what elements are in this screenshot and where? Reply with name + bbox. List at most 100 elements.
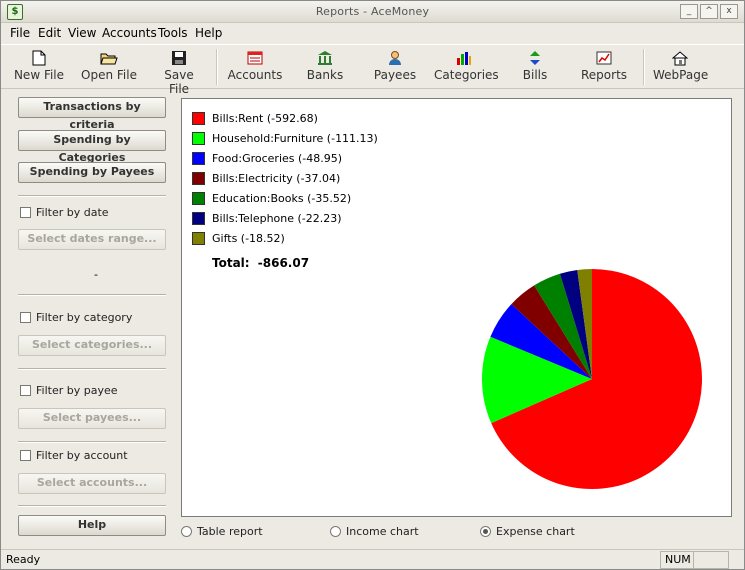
toolbar-webpage[interactable]: WebPage bbox=[653, 45, 709, 87]
legend-item: Bills:Electricity (-37.04) bbox=[192, 168, 378, 188]
table-report-radio[interactable]: Table report bbox=[181, 525, 263, 538]
toolbar-label: Bills bbox=[522, 68, 548, 82]
toolbar-bills[interactable]: Bills bbox=[516, 45, 554, 87]
spending-by-payees-button[interactable]: Spending by Payees bbox=[18, 162, 166, 183]
radio-dot[interactable] bbox=[480, 526, 491, 537]
income-chart-radio[interactable]: Income chart bbox=[330, 525, 419, 538]
toolbar-accounts[interactable]: Accounts bbox=[227, 45, 283, 87]
radio-label: Income chart bbox=[346, 525, 419, 538]
legend-swatch bbox=[192, 151, 205, 165]
legend-label: Bills:Telephone (-22.23) bbox=[212, 211, 342, 225]
num-lock-indicator: NUM bbox=[660, 551, 694, 569]
status-text: Ready bbox=[6, 553, 41, 566]
toolbar-label: New File bbox=[13, 68, 65, 82]
minimize-button[interactable]: _ bbox=[680, 4, 698, 19]
bank-icon bbox=[318, 51, 332, 65]
close-button[interactable]: x bbox=[720, 4, 738, 19]
toolbar-banks[interactable]: Banks bbox=[302, 45, 348, 87]
radio-dot[interactable] bbox=[181, 526, 192, 537]
select-categories-button[interactable]: Select categories... bbox=[18, 335, 166, 356]
radio-dot[interactable] bbox=[330, 526, 341, 537]
checkbox-box[interactable] bbox=[20, 312, 31, 323]
bar-chart-icon bbox=[457, 52, 471, 65]
toolbar-label: Open File bbox=[81, 68, 137, 82]
checkbox-box[interactable] bbox=[20, 207, 31, 218]
menu-accounts[interactable]: Accounts bbox=[102, 26, 157, 40]
toolbar-label: Reports bbox=[581, 68, 628, 82]
report-type-selector: Table report Income chart Expense chart bbox=[181, 525, 741, 541]
toolbar-save-file[interactable]: Save File bbox=[153, 45, 205, 96]
divider bbox=[18, 368, 166, 370]
status-bar: Ready NUM bbox=[1, 549, 744, 570]
transactions-by-criteria-button[interactable]: Transactions by criteria bbox=[18, 97, 166, 131]
legend-item: Household:Furniture (-111.13) bbox=[192, 128, 378, 148]
legend-swatch bbox=[192, 171, 205, 185]
toolbar-separator bbox=[643, 49, 645, 85]
legend-swatch bbox=[192, 111, 205, 125]
divider bbox=[18, 441, 166, 443]
spending-by-categories-button[interactable]: Spending by Categories bbox=[18, 130, 166, 164]
legend-item: Gifts (-18.52) bbox=[192, 228, 378, 248]
legend-label: Education:Books (-35.52) bbox=[212, 191, 352, 205]
toolbar-label: Banks bbox=[306, 68, 344, 82]
checkbox-box[interactable] bbox=[20, 450, 31, 461]
dates-value: - bbox=[94, 268, 98, 281]
radio-label: Table report bbox=[197, 525, 263, 538]
chart-total: Total: -866.07 bbox=[212, 256, 309, 270]
toolbar-categories[interactable]: Categories bbox=[434, 45, 499, 87]
select-accounts-button[interactable]: Select accounts... bbox=[18, 473, 166, 494]
legend-item: Bills:Rent (-592.68) bbox=[192, 108, 378, 128]
divider bbox=[18, 195, 166, 197]
select-payees-button[interactable]: Select payees... bbox=[18, 408, 166, 429]
menu-edit[interactable]: Edit bbox=[38, 26, 61, 40]
legend-swatch bbox=[192, 191, 205, 205]
filter-date-checkbox[interactable]: Filter by date bbox=[20, 206, 109, 219]
toolbar-separator bbox=[216, 49, 218, 85]
reports-icon bbox=[596, 51, 612, 65]
window-title: Reports - AceMoney bbox=[315, 5, 430, 18]
open-folder-icon bbox=[100, 53, 118, 65]
total-value: -866.07 bbox=[257, 256, 310, 270]
chart-legend: Bills:Rent (-592.68) Household:Furniture … bbox=[192, 108, 378, 248]
maximize-button[interactable]: ^ bbox=[700, 4, 718, 19]
divider bbox=[18, 505, 166, 507]
legend-label: Gifts (-18.52) bbox=[212, 231, 285, 245]
menu-help[interactable]: Help bbox=[195, 26, 222, 40]
toolbar-label: WebPage bbox=[653, 68, 709, 82]
bills-icon bbox=[530, 51, 540, 65]
pie-chart bbox=[482, 269, 702, 489]
menu-tools[interactable]: Tools bbox=[158, 26, 188, 40]
help-button[interactable]: Help bbox=[18, 515, 166, 536]
filter-category-checkbox[interactable]: Filter by category bbox=[20, 311, 132, 324]
accounts-icon bbox=[247, 51, 263, 65]
radio-label: Expense chart bbox=[496, 525, 575, 538]
floppy-disk-icon bbox=[172, 51, 186, 65]
toolbar-payees[interactable]: Payees bbox=[370, 45, 420, 87]
legend-label: Bills:Rent (-592.68) bbox=[212, 111, 318, 125]
expense-chart-radio[interactable]: Expense chart bbox=[480, 525, 575, 538]
filter-payee-checkbox[interactable]: Filter by payee bbox=[20, 384, 118, 397]
checkbox-box[interactable] bbox=[20, 385, 31, 396]
checkbox-label: Filter by payee bbox=[36, 384, 118, 397]
toolbar-reports[interactable]: Reports bbox=[581, 45, 627, 87]
menu-bar: File Edit View Accounts Tools Help bbox=[1, 23, 744, 43]
home-icon bbox=[672, 51, 688, 66]
legend-swatch bbox=[192, 231, 205, 245]
legend-label: Household:Furniture (-111.13) bbox=[212, 131, 378, 145]
legend-item: Education:Books (-35.52) bbox=[192, 188, 378, 208]
filter-account-checkbox[interactable]: Filter by account bbox=[20, 449, 128, 462]
new-file-icon bbox=[32, 50, 46, 66]
select-dates-button[interactable]: Select dates range... bbox=[18, 229, 166, 250]
menu-file[interactable]: File bbox=[10, 26, 30, 40]
toolbar-new-file[interactable]: New File bbox=[13, 45, 65, 87]
legend-item: Bills:Telephone (-22.23) bbox=[192, 208, 378, 228]
toolbar-open-file[interactable]: Open File bbox=[81, 45, 137, 87]
menu-view[interactable]: View bbox=[68, 26, 96, 40]
checkbox-label: Filter by date bbox=[36, 206, 109, 219]
legend-label: Bills:Electricity (-37.04) bbox=[212, 171, 341, 185]
legend-item: Food:Groceries (-48.95) bbox=[192, 148, 378, 168]
title-bar: $ Reports - AceMoney _ ^ x bbox=[1, 1, 744, 23]
total-label: Total: bbox=[212, 256, 250, 270]
expense-chart-panel: Bills:Rent (-592.68) Household:Furniture … bbox=[181, 98, 732, 517]
toolbar-label: Categories bbox=[434, 68, 499, 82]
